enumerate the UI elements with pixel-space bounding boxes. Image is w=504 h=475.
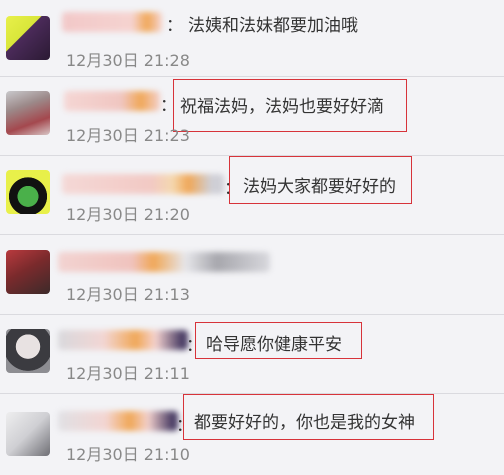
comment-time: 12月30日 21:28 [66,51,190,70]
username-blurred[interactable] [62,174,224,194]
avatar[interactable] [6,412,50,456]
comment-time: 12月30日 21:11 [66,364,190,383]
comment-colon: ： [166,16,183,36]
avatar[interactable] [6,91,50,135]
username-blurred[interactable] [58,252,270,272]
username-blurred[interactable] [58,330,188,350]
comment-time: 12月30日 21:13 [66,285,190,304]
comment-text: 法姨和法妹都要加油哦 [188,16,358,36]
avatar[interactable] [6,250,50,294]
comment-time: 12月30日 21:23 [66,126,190,145]
avatar[interactable] [6,329,50,373]
avatar[interactable] [6,16,50,60]
list-item[interactable]: ： 祝福法妈，法妈也要好好滴 12月30日 21:23 [0,77,504,156]
list-item[interactable]: ： 法姨和法妹都要加油哦 12月30日 21:28 [0,0,504,77]
comment-time: 12月30日 21:20 [66,205,190,224]
list-item[interactable]: 12月30日 21:13 [0,236,504,315]
comment-time: 12月30日 21:10 [66,445,190,464]
username-blurred[interactable] [58,411,178,431]
comment-text: 法妈大家都要好好的 [243,177,396,197]
list-item[interactable]: ： 法妈大家都要好好的 12月30日 21:20 [0,156,504,235]
list-item[interactable]: ： 都要好好的，你也是我的女神 12月30日 21:10 [0,394,504,473]
list-item[interactable]: ： 哈导愿你健康平安 12月30日 21:11 [0,315,504,394]
comment-text: 哈导愿你健康平安 [206,335,342,355]
comment-text: 都要好好的，你也是我的女神 [194,413,415,433]
username-blurred[interactable] [64,91,160,111]
comment-text: 祝福法妈，法妈也要好好滴 [180,97,384,117]
avatar[interactable] [6,170,50,214]
username-blurred[interactable] [62,12,162,32]
